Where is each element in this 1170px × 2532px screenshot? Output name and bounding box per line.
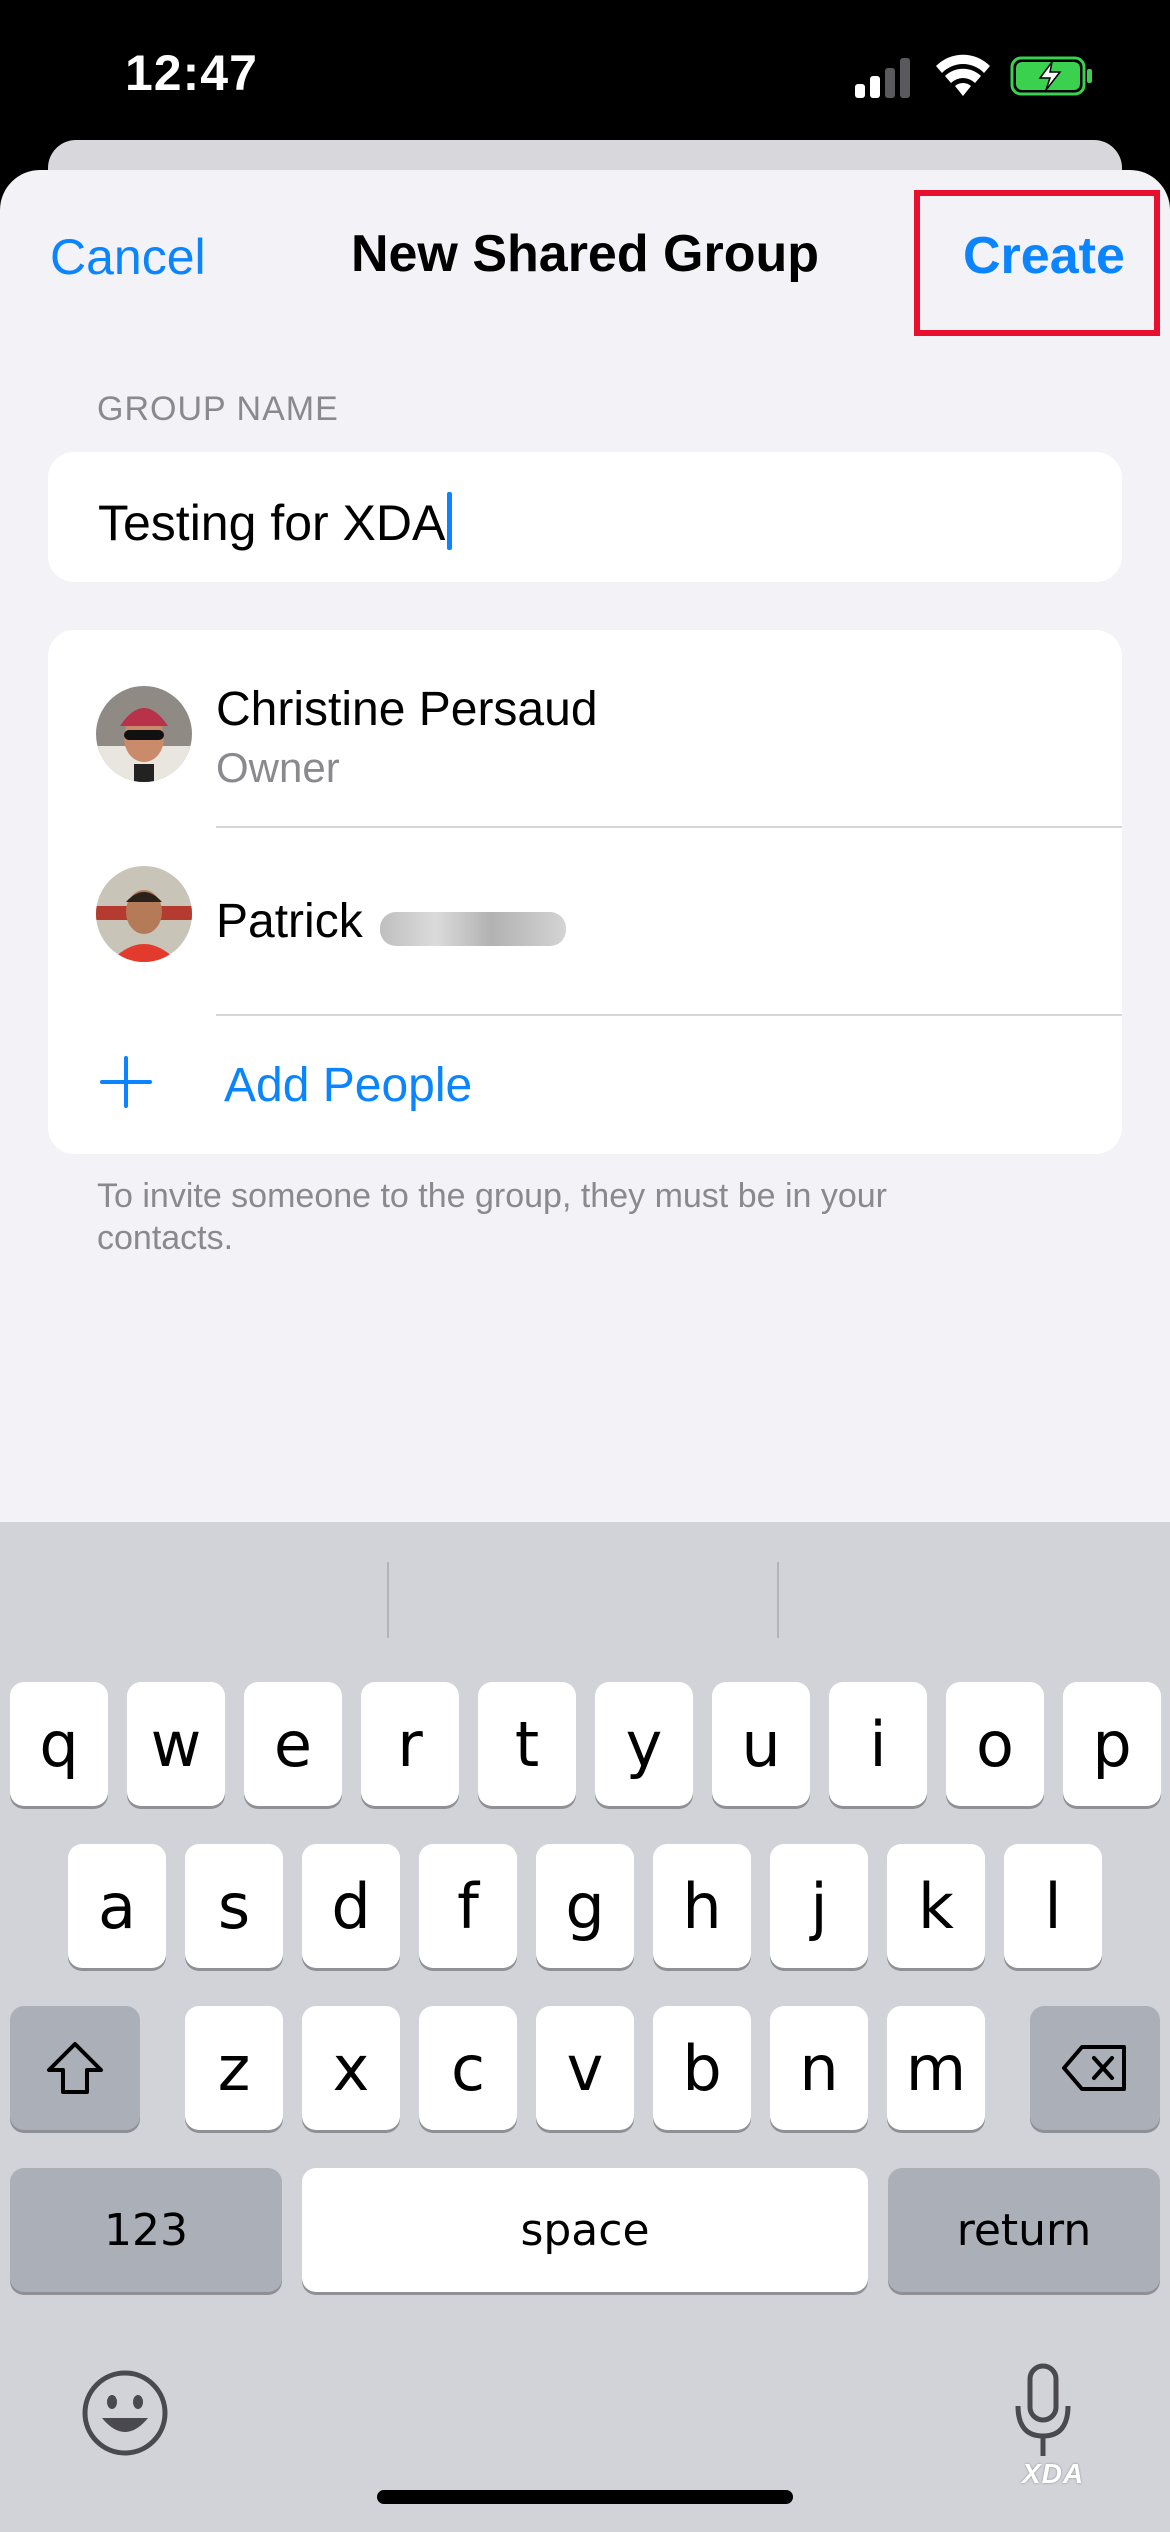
- key-z[interactable]: z: [185, 2006, 283, 2130]
- delete-key[interactable]: [1030, 2006, 1160, 2130]
- group-name-value: Testing for XDA: [98, 495, 446, 551]
- keyboard: q w e r t y u i o p a s d f g h j k l z …: [0, 1522, 1170, 2532]
- key-u[interactable]: u: [712, 1682, 810, 1806]
- key-l[interactable]: l: [1004, 1844, 1102, 1968]
- footer-note: To invite someone to the group, they mus…: [97, 1177, 888, 1257]
- key-m[interactable]: m: [887, 2006, 985, 2130]
- key-y[interactable]: y: [595, 1682, 693, 1806]
- key-t[interactable]: t: [478, 1682, 576, 1806]
- emoji-icon[interactable]: [80, 2368, 170, 2458]
- key-j[interactable]: j: [770, 1844, 868, 1968]
- key-c[interactable]: c: [419, 2006, 517, 2130]
- member-name: Patrick: [216, 895, 363, 948]
- key-n[interactable]: n: [770, 2006, 868, 2130]
- members-list: Christine Persaud Owner Patrick Add Peop…: [48, 630, 1122, 1154]
- avatar: [96, 866, 192, 962]
- key-x[interactable]: x: [302, 2006, 400, 2130]
- key-k[interactable]: k: [887, 1844, 985, 1968]
- microphone-icon[interactable]: [1010, 2362, 1076, 2462]
- group-name-header: GROUP NAME: [97, 390, 339, 428]
- backspace-icon: [1062, 2045, 1126, 2091]
- key-o[interactable]: o: [946, 1682, 1044, 1806]
- key-q[interactable]: q: [10, 1682, 108, 1806]
- numbers-key[interactable]: 123: [10, 2168, 282, 2292]
- shift-icon: [47, 2042, 103, 2094]
- shift-key[interactable]: [10, 2006, 140, 2130]
- key-h[interactable]: h: [653, 1844, 751, 1968]
- key-v[interactable]: v: [536, 2006, 634, 2130]
- status-bar: 12:47: [0, 0, 1170, 160]
- key-p[interactable]: p: [1063, 1682, 1161, 1806]
- space-key[interactable]: space: [302, 2168, 868, 2292]
- key-w[interactable]: w: [127, 1682, 225, 1806]
- cellular-signal-icon: [855, 58, 915, 98]
- wifi-icon: [936, 54, 990, 96]
- group-name-field[interactable]: Testing for XDA: [48, 452, 1122, 582]
- key-e[interactable]: e: [244, 1682, 342, 1806]
- key-s[interactable]: s: [185, 1844, 283, 1968]
- key-r[interactable]: r: [361, 1682, 459, 1806]
- member-role: Owner: [216, 744, 340, 791]
- key-f[interactable]: f: [419, 1844, 517, 1968]
- redacted-surname: [380, 912, 566, 946]
- text-caret: [447, 492, 453, 550]
- home-indicator: [377, 2490, 793, 2504]
- suggestion-divider: [777, 1562, 779, 1638]
- divider: [216, 826, 1122, 828]
- plus-icon: [96, 1052, 156, 1112]
- divider: [216, 1014, 1122, 1016]
- return-key[interactable]: return: [888, 2168, 1160, 2292]
- avatar: [96, 686, 192, 782]
- battery-charging-icon: [1010, 56, 1092, 96]
- key-b[interactable]: b: [653, 2006, 751, 2130]
- suggestion-divider: [387, 1562, 389, 1638]
- create-highlight-box: [914, 190, 1160, 336]
- member-name: Christine Persaud: [216, 683, 598, 736]
- add-people-label: Add People: [224, 1059, 473, 1112]
- status-time: 12:47: [125, 45, 258, 101]
- key-d[interactable]: d: [302, 1844, 400, 1968]
- key-i[interactable]: i: [829, 1682, 927, 1806]
- key-g[interactable]: g: [536, 1844, 634, 1968]
- xda-watermark: XDA: [1022, 2458, 1085, 2489]
- key-a[interactable]: a: [68, 1844, 166, 1968]
